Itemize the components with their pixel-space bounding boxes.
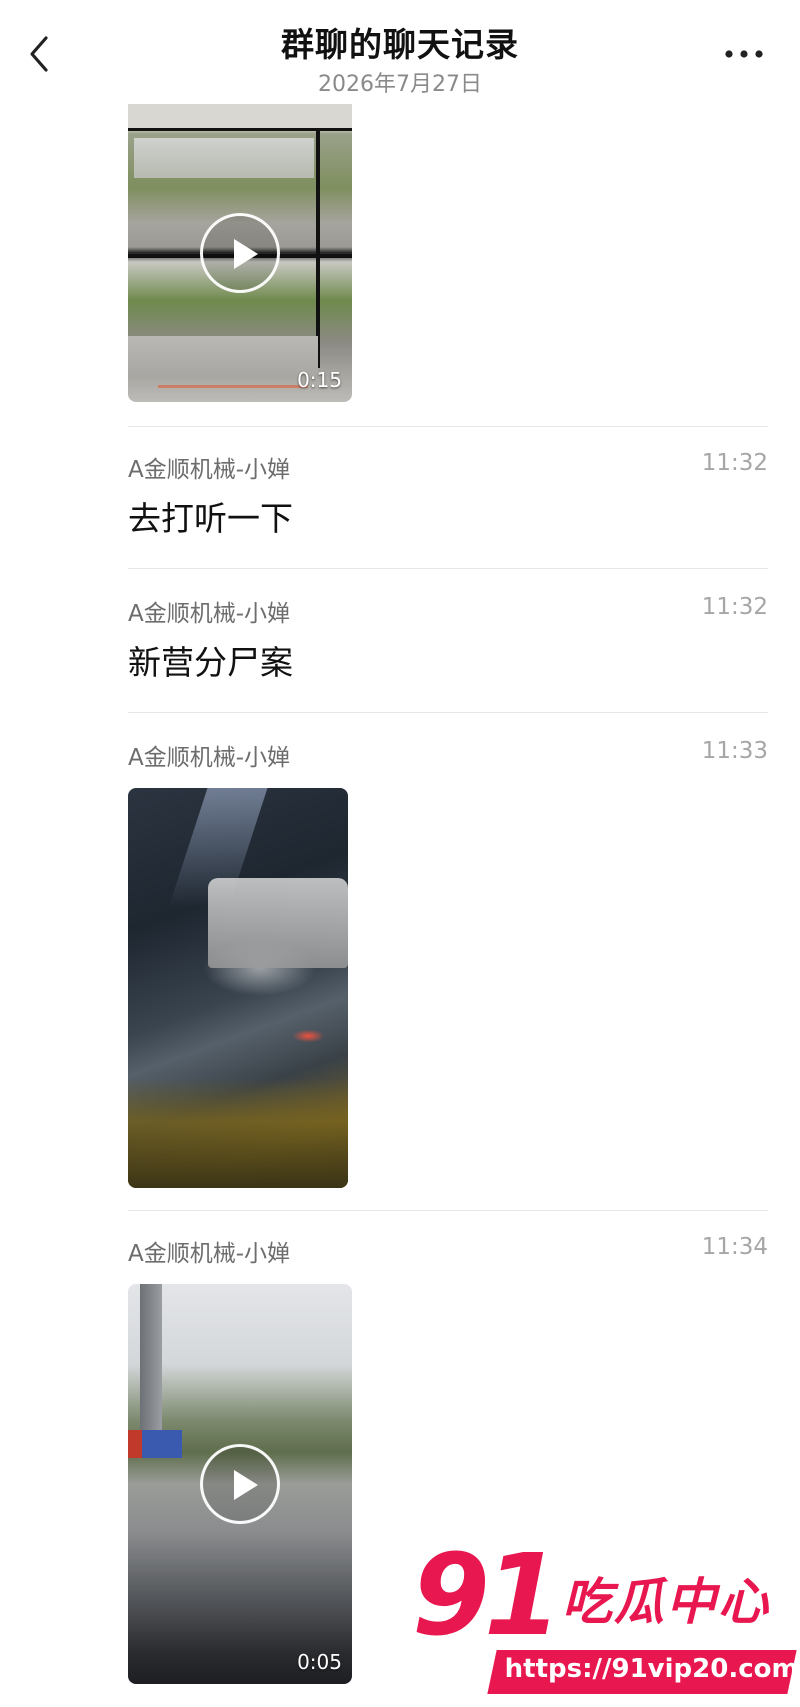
list-item[interactable]: A金顺机械-小婵 11:32 新营分尸案 [128, 594, 768, 684]
thumbnail-scene [134, 138, 314, 178]
play-icon[interactable] [200, 213, 280, 293]
thumbnail-scene [128, 1430, 142, 1458]
message-text: 去打听一下 [128, 499, 293, 538]
thumbnail-scene [128, 336, 318, 376]
video-thumbnail[interactable]: 0:05 [128, 1284, 352, 1684]
video-thumbnail[interactable]: 0:15 [128, 104, 352, 402]
thumbnail-scene [140, 1284, 162, 1434]
divider [128, 1210, 768, 1211]
video-duration: 0:05 [297, 1650, 342, 1674]
video-duration: 0:15 [297, 368, 342, 392]
sender-name: A金顺机械-小婵 [128, 1241, 291, 1267]
image-thumbnail[interactable] [128, 788, 348, 1188]
thumbnail-progress [158, 385, 308, 388]
message-time: 11:32 [701, 594, 768, 620]
sender-name: A金顺机械-小婵 [128, 457, 291, 483]
list-item: A金顺机械-小婵 11:34 [128, 1234, 768, 1274]
divider [128, 426, 768, 427]
more-dots-icon [725, 50, 763, 58]
play-icon[interactable] [200, 1444, 280, 1524]
header: 群聊的聊天记录 2026年7月27日 [0, 0, 800, 104]
thumbnail-scene [208, 878, 348, 968]
chat-history-list[interactable]: 0:15 A金顺机械-小婵 11:32 去打听一下 A金顺机械-小婵 11:32… [0, 104, 800, 1707]
page-title: 群聊的聊天记录 [281, 25, 519, 64]
message-time: 11:33 [701, 738, 768, 764]
list-item: A金顺机械-小婵 11:33 [128, 738, 768, 778]
divider [128, 568, 768, 569]
divider [128, 712, 768, 713]
chat-date: 2026年7月27日 [318, 72, 482, 97]
sender-name: A金顺机械-小婵 [128, 745, 291, 771]
message-time: 11:34 [701, 1234, 768, 1260]
sender-name: A金顺机械-小婵 [128, 601, 291, 627]
list-item[interactable]: A金顺机械-小婵 11:32 去打听一下 [128, 450, 768, 540]
more-button[interactable] [724, 44, 764, 64]
message-text: 新营分尸案 [128, 643, 293, 682]
thumbnail-scene [128, 1078, 348, 1188]
message-time: 11:32 [701, 450, 768, 476]
